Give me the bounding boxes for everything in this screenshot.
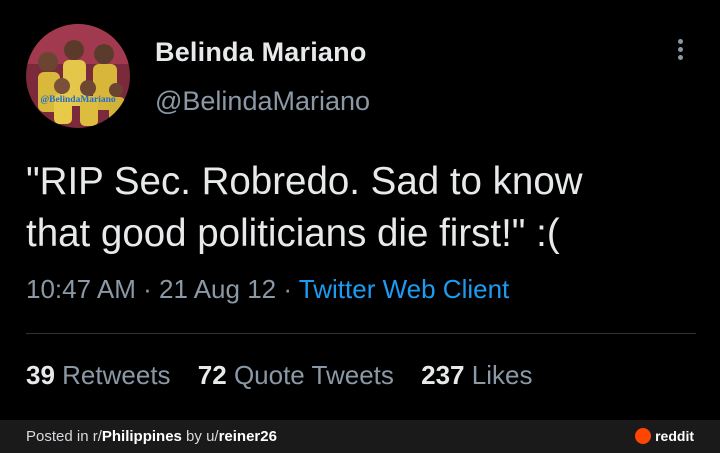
user-handle[interactable]: @BelindaMariano xyxy=(155,86,370,117)
display-name[interactable]: Belinda Mariano xyxy=(155,37,367,68)
more-options-button[interactable] xyxy=(668,36,692,72)
quote-tweets-count: 72 xyxy=(197,360,227,390)
tweet-time[interactable]: 10:47 AM xyxy=(26,274,136,304)
posted-in-text: Posted in r/Philippines by u/reiner26 xyxy=(26,428,277,445)
divider xyxy=(26,333,696,334)
reddit-footer: Posted in r/Philippines by u/reiner26 re… xyxy=(0,420,720,453)
meta-separator: · xyxy=(143,274,152,304)
posted-prefix: Posted in r/ xyxy=(26,428,102,445)
more-vertical-icon xyxy=(677,39,683,44)
more-vertical-icon-dot xyxy=(677,55,683,60)
reddit-logo-icon xyxy=(635,428,652,444)
avatar-watermark: @BelindaMariano xyxy=(40,95,116,105)
tweet-date[interactable]: 21 Aug 12 xyxy=(159,274,276,304)
retweets-label: Retweets xyxy=(62,360,171,390)
quote-tweets-label: Quote Tweets xyxy=(233,360,394,390)
tweet-source-link[interactable]: Twitter Web Client xyxy=(299,274,509,304)
likes-stat[interactable]: 237 Likes xyxy=(421,360,532,390)
tweet-text-line: that good politicians die first!" :( xyxy=(26,212,560,255)
more-vertical-icon-dot xyxy=(677,47,683,52)
subreddit-link[interactable]: Philippines xyxy=(102,428,182,445)
retweets-count: 39 xyxy=(26,360,55,390)
reddit-brand: reddit xyxy=(635,428,694,444)
likes-count: 237 xyxy=(421,360,465,390)
tweet-card: @BelindaMariano Belinda Mariano @Belinda… xyxy=(0,0,720,420)
meta-separator: · xyxy=(283,274,293,304)
tweet-meta: 10:47 AM · 21 Aug 12 · Twitter Web Clien… xyxy=(26,274,509,305)
tweet-text-line: "RIP Sec. Robredo. Sad to know xyxy=(26,160,583,203)
reddit-wordmark: reddit xyxy=(655,428,694,444)
retweets-stat[interactable]: 39 Retweets xyxy=(26,360,171,390)
tweet-stats: 39 Retweets 72 Quote Tweets 237 Likes xyxy=(26,360,552,391)
username-link[interactable]: reiner26 xyxy=(219,428,277,445)
tweet-text: "RIP Sec. Robredo. Sad to know that good… xyxy=(26,156,696,260)
quote-tweets-stat[interactable]: 72 Quote Tweets xyxy=(198,360,394,390)
by-text: by u/ xyxy=(181,428,219,445)
avatar-image: @BelindaMariano xyxy=(26,24,130,128)
likes-label: Likes xyxy=(471,360,533,390)
avatar[interactable]: @BelindaMariano xyxy=(26,24,130,128)
